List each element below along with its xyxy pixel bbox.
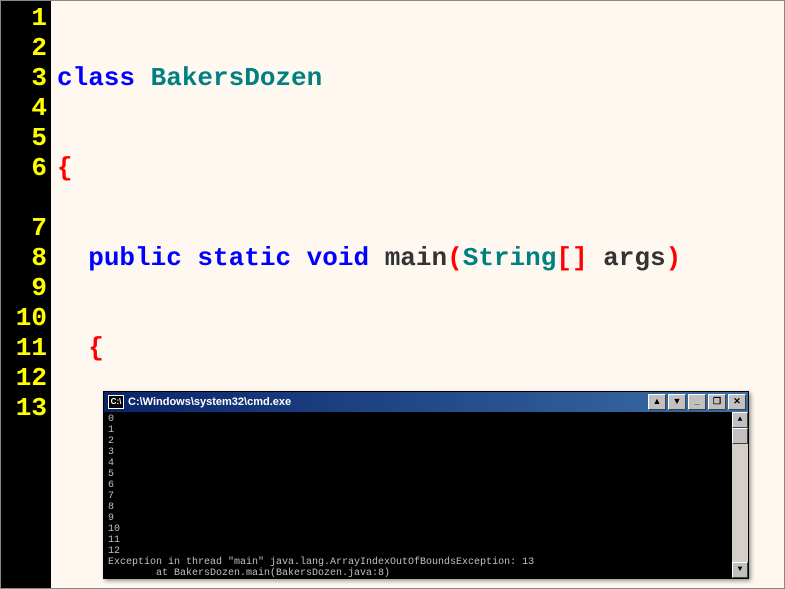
maximize-button[interactable]: ❐ xyxy=(708,394,726,410)
line-number: 4 xyxy=(5,93,47,123)
scroll-down-arrow[interactable]: ▼ xyxy=(732,562,748,578)
console-body: 0 1 2 3 4 5 6 7 8 9 10 11 12 Exception i… xyxy=(104,412,748,578)
scroll-up-arrow[interactable]: ▲ xyxy=(732,412,748,428)
line-number: 3 xyxy=(5,63,47,93)
code-line: { xyxy=(57,333,784,363)
window-titlebar[interactable]: C:\ C:\Windows\system32\cmd.exe ▲ ▼ _ ❐ … xyxy=(104,392,748,412)
line-number: 13 xyxy=(5,393,47,423)
code-editor: 1 2 3 4 5 6 7 8 9 10 11 12 13 class Bake… xyxy=(0,0,785,589)
scroll-down-button[interactable]: ▼ xyxy=(668,394,686,410)
close-button[interactable]: ✕ xyxy=(728,394,746,410)
line-number: 8 xyxy=(5,243,47,273)
line-number: 5 xyxy=(5,123,47,153)
scroll-up-button[interactable]: ▲ xyxy=(648,394,666,410)
line-number: 10 xyxy=(5,303,47,333)
line-number-gutter: 1 2 3 4 5 6 7 8 9 10 11 12 13 xyxy=(1,1,51,588)
line-number: 12 xyxy=(5,363,47,393)
window-title: C:\Windows\system32\cmd.exe xyxy=(128,396,648,408)
code-line: class BakersDozen xyxy=(57,63,784,93)
console-output[interactable]: 0 1 2 3 4 5 6 7 8 9 10 11 12 Exception i… xyxy=(104,412,732,578)
line-number: 2 xyxy=(5,33,47,63)
line-number: 9 xyxy=(5,273,47,303)
code-line: { xyxy=(57,153,784,183)
vertical-scrollbar[interactable]: ▲ ▼ xyxy=(732,412,748,578)
window-buttons: ▲ ▼ _ ❐ ✕ xyxy=(648,394,748,410)
code-line: public static void main(String[] args) xyxy=(57,243,784,273)
line-number: 1 xyxy=(5,3,47,33)
console-window[interactable]: C:\ C:\Windows\system32\cmd.exe ▲ ▼ _ ❐ … xyxy=(103,391,749,579)
minimize-button[interactable]: _ xyxy=(688,394,706,410)
scroll-thumb[interactable] xyxy=(732,428,748,444)
scroll-track[interactable] xyxy=(732,444,748,562)
line-number: 11 xyxy=(5,333,47,363)
line-number: 7 xyxy=(5,213,47,243)
cmd-icon: C:\ xyxy=(108,395,124,409)
line-number xyxy=(5,183,47,213)
line-number: 6 xyxy=(5,153,47,183)
